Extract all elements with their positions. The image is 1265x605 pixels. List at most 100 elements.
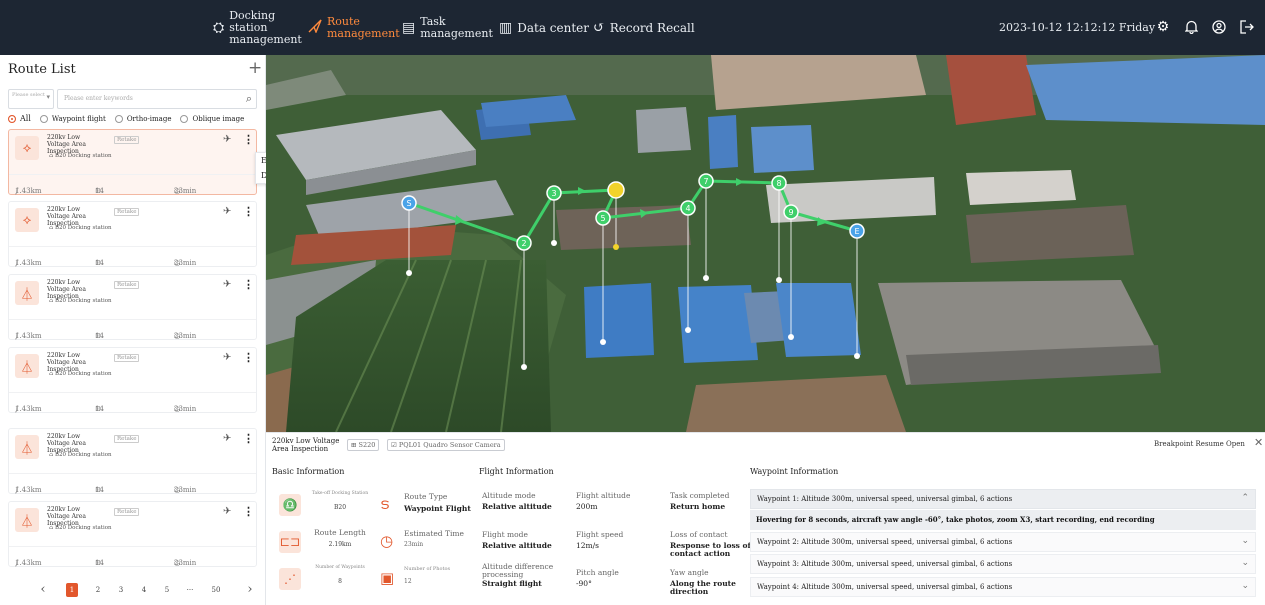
waypoint-7-marker[interactable]: 7 [698, 173, 714, 189]
task-icon: ▤ [402, 19, 416, 36]
waypoint-row[interactable]: Waypoint 4: Altitude 300m, universal spe… [750, 577, 1256, 597]
retake-tag: Retake [114, 435, 140, 443]
fly-icon[interactable]: ✈ [223, 134, 231, 145]
fly-icon[interactable]: ✈ [223, 206, 231, 217]
route-card[interactable]: ⏃ 220kv Low Voltage Area Inspection Reta… [8, 274, 257, 340]
retake-tag: Retake [114, 136, 140, 144]
route-card[interactable]: ⟡ 220kv Low Voltage Area Inspection Reta… [8, 201, 257, 267]
search-icon[interactable]: ⌕ [246, 92, 252, 106]
more-options-icon[interactable]: ⋮ [243, 505, 254, 518]
bell-icon[interactable] [1182, 18, 1200, 36]
waypoint-8-marker[interactable]: 8 [771, 175, 787, 191]
page-2[interactable]: 2 [92, 583, 104, 597]
nav-task-management[interactable]: ▤ Task management [402, 0, 493, 55]
camera-chip: ☑ PQL01 Quadro Sensor Camera [387, 439, 505, 451]
page-ellipsis[interactable]: ··· [184, 583, 196, 597]
more-options-icon[interactable]: ⋮ [243, 278, 254, 291]
altitude-mode-info: Altitude mode Relative altitude [482, 491, 552, 511]
svg-text:3: 3 [551, 189, 556, 198]
current-point [613, 244, 619, 250]
waypoint-info-heading: Waypoint Information [750, 467, 839, 476]
map-canvas: S 2 3 5 4 7 8 9 E [266, 55, 1265, 432]
waypoint-row[interactable]: Waypoint 1: Altitude 300m, universal spe… [750, 489, 1256, 509]
more-options-icon[interactable]: ⋮ [243, 351, 254, 364]
svg-text:8: 8 [776, 179, 781, 188]
fly-icon[interactable]: ✈ [223, 352, 231, 363]
nav-record-recall[interactable]: ↺ Record Recall [593, 0, 695, 55]
building-roof-blue [751, 125, 814, 173]
route-length-info: ⊏⊐ Route Length 2.19km [279, 528, 379, 556]
waypoint-end-marker[interactable]: E [849, 223, 865, 239]
route-stats: ∫ 1.43km ⊡ 14 ◷ 23min [9, 319, 256, 340]
user-icon[interactable] [1210, 18, 1228, 36]
drone-chip: ⊞ S220 [347, 439, 380, 451]
altitude-difference-info: Altitude difference processing Straight f… [482, 562, 554, 588]
add-route-button[interactable]: + [248, 58, 262, 78]
waypoint-current-marker[interactable] [607, 181, 625, 199]
filter-ortho-image[interactable]: Ortho-image [114, 114, 171, 123]
route-card[interactable]: ⏃ 220kv Low Voltage Area Inspection Reta… [8, 428, 257, 494]
route-card[interactable]: ⏃ 220kv Low Voltage Area Inspection Reta… [8, 501, 257, 567]
page-3[interactable]: 3 [115, 583, 127, 597]
settings-icon[interactable]: ⚙ [1154, 18, 1172, 36]
route-type-info: ട Route Type Waypoint Flight [380, 492, 471, 513]
route-card[interactable]: ⟡ 220kv Low Voltage Area Inspection Reta… [8, 129, 257, 195]
search-input[interactable]: Please enter keywords ⌕ [57, 89, 257, 109]
svg-text:7: 7 [703, 177, 708, 186]
route-type-filter: All Waypoint flight Ortho-image Oblique … [8, 114, 244, 123]
aerial-map-view[interactable]: S 2 3 5 4 7 8 9 E [266, 55, 1265, 432]
flight-mode-info: Flight mode Relative altitude [482, 530, 552, 550]
filter-all[interactable]: All [8, 114, 31, 123]
more-options-icon[interactable]: ⋮ [243, 432, 254, 445]
app-root: ⛭ Docking station management Route manag… [0, 0, 1265, 605]
retake-tag: Retake [114, 354, 140, 362]
waypoint-start-marker[interactable]: S [401, 195, 417, 211]
waypoint-route-icon: ⟡ [15, 136, 39, 160]
category-select[interactable]: Please select ▾ [8, 89, 54, 109]
clock-icon: ◷ [380, 532, 394, 550]
waypoint-row[interactable]: Waypoint 3: Altitude 300m, universal spe… [750, 554, 1256, 574]
route-card[interactable]: ⏃ 220kv Low Voltage Area Inspection Reta… [8, 347, 257, 413]
route-length-icon: ⊏⊐ [279, 531, 301, 553]
retake-tag: Retake [114, 208, 140, 216]
nav-data-center[interactable]: ▥ Data center [499, 0, 589, 55]
photo-count-info: ▣ Number of Photos 12 [380, 566, 451, 587]
retake-tag: Retake [114, 281, 140, 289]
svg-text:S: S [406, 199, 411, 208]
nav-docking-station[interactable]: ⛭ Docking station management [213, 0, 302, 55]
chevron-down-icon: ⌄ [1241, 581, 1249, 591]
fly-icon[interactable]: ✈ [223, 433, 231, 444]
close-icon[interactable]: ✕ [1254, 436, 1263, 449]
page-50[interactable]: 50 [210, 583, 222, 597]
building-roof-blue [1026, 55, 1265, 125]
waypoint-5-marker[interactable]: 5 [595, 210, 611, 226]
waypoint-4-marker[interactable]: 4 [680, 200, 696, 216]
fly-icon[interactable]: ✈ [223, 506, 231, 517]
flight-altitude-info: Flight altitude 200m [576, 491, 631, 511]
next-page-icon[interactable]: › [244, 583, 256, 597]
loss-of-contact-info: Loss of contact Response to loss of conta… [670, 530, 751, 558]
more-options-icon[interactable]: ⋮ [243, 205, 254, 218]
nav-route-management[interactable]: Route management [308, 0, 400, 55]
waypoint-9-marker[interactable]: 9 [783, 204, 799, 220]
page-5[interactable]: 5 [161, 583, 173, 597]
waypoint-2-marker[interactable]: 2 [516, 235, 532, 251]
page-1[interactable]: 1 [66, 583, 78, 597]
route-detail-panel: 220kv Low Voltage Area Inspection ⊞ S220… [266, 432, 1265, 605]
svg-text:5: 5 [600, 214, 605, 223]
page-4[interactable]: 4 [138, 583, 150, 597]
tall-building [946, 55, 1036, 125]
logout-icon[interactable] [1238, 18, 1256, 36]
route-stats: ∫ 1.43km ⊡ 14 ◷ 23min [9, 546, 256, 567]
waypoint-row[interactable]: Waypoint 2: Altitude 300m, universal spe… [750, 532, 1256, 552]
chevron-down-icon: ⌄ [1241, 536, 1249, 546]
svg-text:4: 4 [685, 204, 690, 213]
waypoint-3-marker[interactable]: 3 [546, 185, 562, 201]
radio-selected-icon [8, 114, 16, 123]
filter-waypoint-flight[interactable]: Waypoint flight [39, 114, 106, 123]
more-options-icon[interactable]: ⋮ [243, 133, 254, 146]
camera-icon: ☑ [391, 441, 399, 449]
filter-oblique-image[interactable]: Oblique image [180, 114, 244, 123]
prev-page-icon[interactable]: ‹ [37, 583, 49, 597]
fly-icon[interactable]: ✈ [223, 279, 231, 290]
